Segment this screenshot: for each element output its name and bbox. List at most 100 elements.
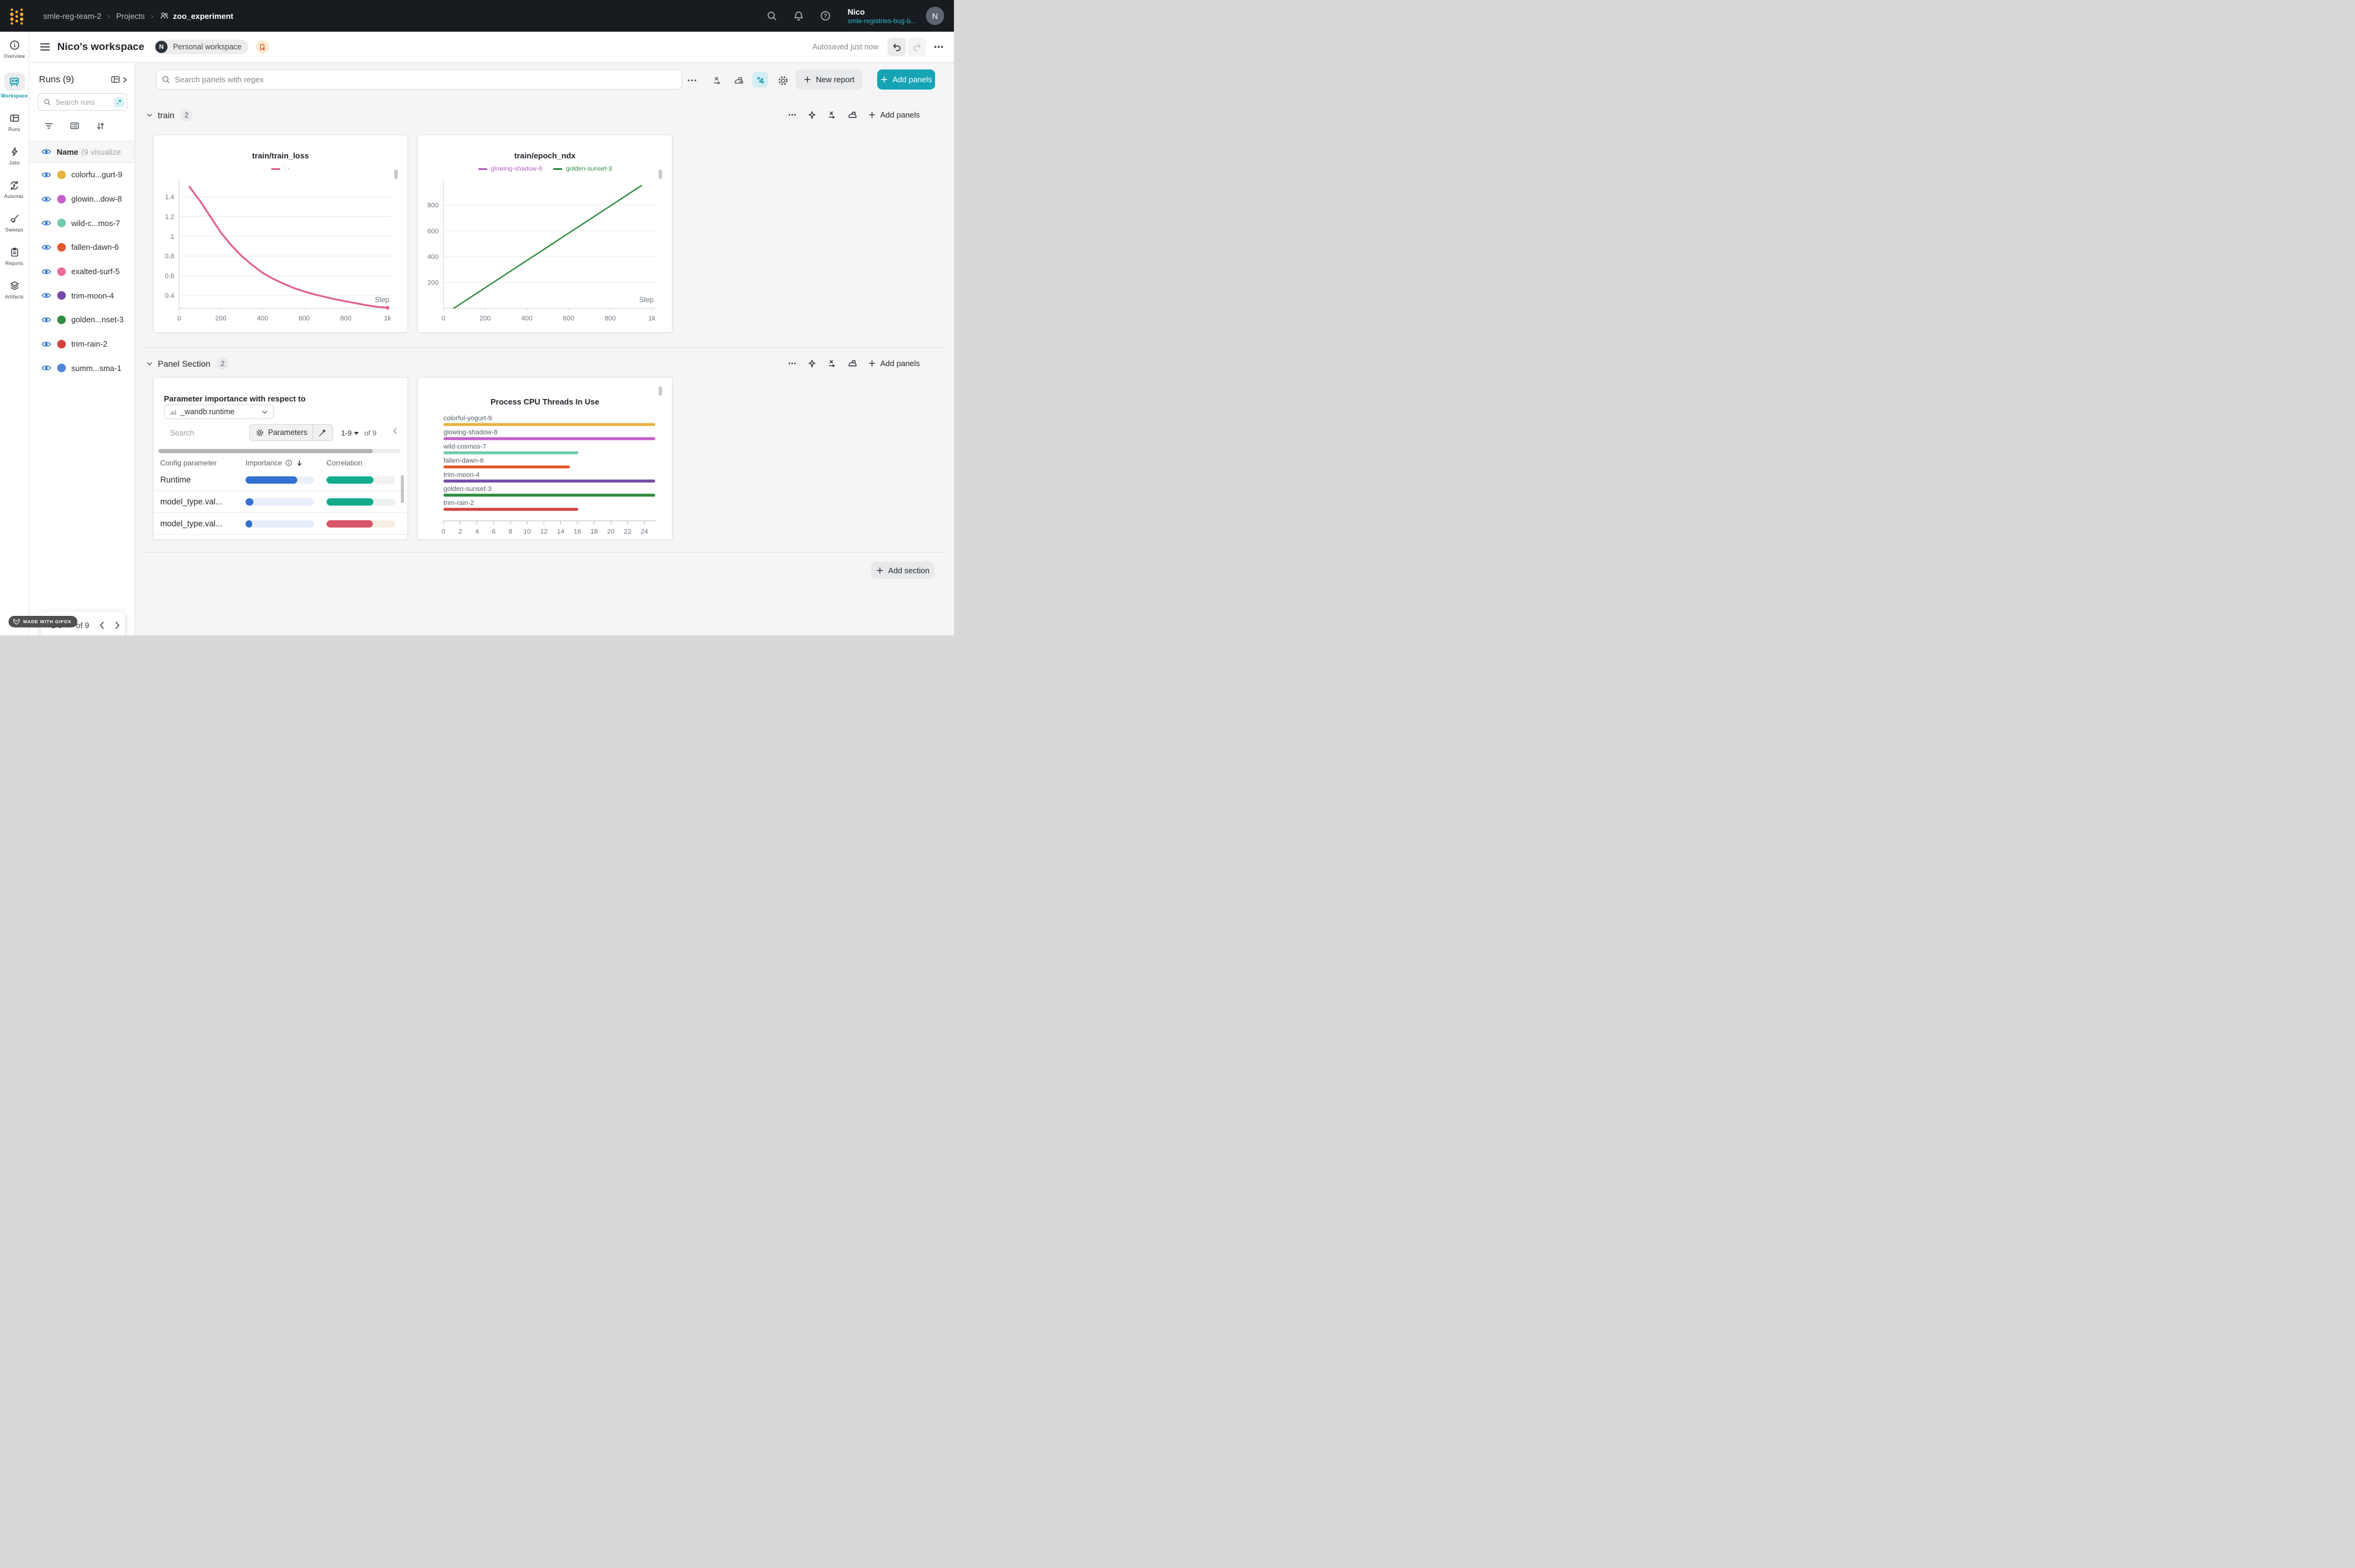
section-overflow-icon[interactable] [788,110,797,119]
run-name[interactable]: golden...nset-3 [71,315,124,324]
add-section-button[interactable]: Add section [871,562,934,579]
bar-chart[interactable]: colorful-yogurt-9glowing-shadow-8wild-co… [418,411,672,540]
parameters-button[interactable]: Parameters [268,428,308,437]
run-row[interactable]: wild-c...mos-7 [29,211,135,235]
panels-search-input[interactable] [174,74,682,85]
bookmark-clear-icon[interactable] [256,40,269,54]
x-axis-settings-icon[interactable] [827,359,837,369]
wandb-logo-icon[interactable] [9,5,25,27]
run-row[interactable]: glowin...dow-8 [29,187,135,211]
magic-wand-icon[interactable] [318,428,327,437]
panel-cpu-threads[interactable]: Process CPU Threads In Use colorful-yogu… [417,377,673,540]
zoom-crosshair-icon[interactable] [752,72,768,88]
sidebar-item-jobs[interactable]: Jobs [0,146,29,166]
info-icon[interactable] [285,459,292,467]
new-report-button[interactable]: New report [796,69,863,90]
breadcrumb-projects[interactable]: Projects [116,12,145,21]
importance-table-row[interactable]: model_type.val... [154,491,408,513]
run-name[interactable]: trim-rain-2 [71,339,107,348]
column-config-parameter[interactable]: Config parameter [160,459,217,467]
search-icon[interactable] [766,10,777,21]
visibility-eye-icon[interactable] [41,316,51,323]
breadcrumb-project[interactable]: zoo_experiment [160,11,233,21]
sort-icon[interactable] [96,121,105,131]
line-chart[interactable]: 0.40.60.811.21.402004006008001kStep [154,174,408,331]
section-overflow-icon[interactable] [788,359,797,368]
column-correlation[interactable]: Correlation [327,459,362,467]
section-header-train[interactable]: train 2 [146,107,192,123]
undo-button[interactable] [888,38,906,56]
sidebar-item-overview[interactable]: Overview [0,39,29,59]
smoothing-iron-icon[interactable] [847,110,858,120]
x-axis-settings-icon[interactable] [711,74,723,87]
run-name[interactable]: exalted-surf-5 [71,267,119,276]
section-name[interactable]: Panel Section [158,359,210,369]
importance-table-row[interactable]: model_type.val... [154,513,408,535]
run-row[interactable]: colorfu...gurt-9 [29,163,135,187]
notifications-bell-icon[interactable] [793,10,804,21]
redo-button[interactable] [908,38,926,56]
sort-desc-arrow-icon[interactable] [295,459,303,467]
sidebar-item-reports[interactable]: Reports [0,246,29,266]
run-row[interactable]: summ...sma-1 [29,356,135,381]
visibility-eye-icon[interactable] [41,268,51,275]
chevron-down-icon[interactable] [146,361,153,367]
visibility-eye-icon[interactable] [41,244,51,251]
panels-search-box[interactable] [156,69,682,90]
visibility-eye-icon[interactable] [41,292,51,299]
page-prev-icon[interactable] [97,621,107,630]
legend-item[interactable]: glowing-shadow-8 [478,165,543,172]
user-team[interactable]: smle-registries-bug-b... [848,18,916,25]
section-add-panels-button[interactable]: Add panels [868,359,920,368]
run-row[interactable]: trim-rain-2 [29,332,135,356]
runs-search-input[interactable] [54,97,108,107]
smoothing-iron-icon[interactable] [847,358,858,369]
run-row[interactable]: trim-moon-4 [29,283,135,308]
section-add-panels-button[interactable]: Add panels [868,110,920,119]
personal-workspace-badge[interactable]: N Personal workspace [154,40,249,54]
run-row[interactable]: exalted-surf-5 [29,260,135,284]
smoothing-iron-icon[interactable] [733,74,745,87]
run-row[interactable]: fallen-dawn-6 [29,235,135,260]
runs-table-icon[interactable] [110,74,121,85]
scrollbar-thumb[interactable] [158,449,373,453]
legend-item[interactable]: : - [271,165,289,172]
run-name[interactable]: colorfu...gurt-9 [71,170,122,179]
panel-epoch-ndx[interactable]: train/epoch_ndx glowing-shadow-8 golden-… [417,135,673,333]
add-panels-button[interactable]: Add panels [877,69,935,90]
column-importance[interactable]: Importance [245,459,303,467]
page-next-icon[interactable] [113,621,122,630]
help-icon[interactable]: ? [820,10,831,21]
breadcrumb-team[interactable]: smle-reg-team-2 [43,12,101,21]
visibility-eye-icon[interactable] [41,364,51,372]
importance-page-range[interactable]: 1-9 [341,429,359,437]
settings-gear-icon[interactable] [777,74,789,87]
visibility-eye-icon[interactable] [41,341,51,348]
run-name[interactable]: trim-moon-4 [71,291,114,300]
x-axis-settings-icon[interactable] [827,110,837,120]
visibility-eye-icon[interactable] [41,171,51,178]
sidebar-item-runs[interactable]: Runs [0,112,29,132]
panel-parameter-importance[interactable]: Parameter importance with respect to _wa… [153,377,408,540]
horizontal-scrollbar[interactable] [158,449,400,453]
panel-drag-handle-icon[interactable] [658,169,662,179]
pin-section-icon[interactable] [807,359,817,369]
run-row[interactable]: golden...nset-3 [29,308,135,332]
sidebar-item-artifacts[interactable]: Artifacts [0,280,29,300]
runs-name-header[interactable]: Name (9 visualize [29,141,135,163]
visibility-eye-icon[interactable] [41,148,51,155]
visibility-eye-icon[interactable] [41,196,51,203]
runs-search-box[interactable]: .* [38,93,127,111]
run-name[interactable]: glowin...dow-8 [71,194,122,203]
section-name[interactable]: train [158,110,174,120]
visibility-eye-icon[interactable] [41,219,51,227]
avatar[interactable]: N [926,7,944,25]
overflow-menu-icon[interactable] [933,41,944,52]
workspace-overflow-icon[interactable] [686,74,698,87]
page-prev-icon[interactable] [391,427,399,435]
panel-drag-handle-icon[interactable] [658,386,662,396]
legend-item[interactable]: golden-sunset-3 [553,165,612,172]
importance-table-row[interactable]: Runtime [154,469,408,491]
menu-hamburger-icon[interactable] [40,43,50,51]
sidebar-item-workspace[interactable]: Workspace [0,72,29,99]
